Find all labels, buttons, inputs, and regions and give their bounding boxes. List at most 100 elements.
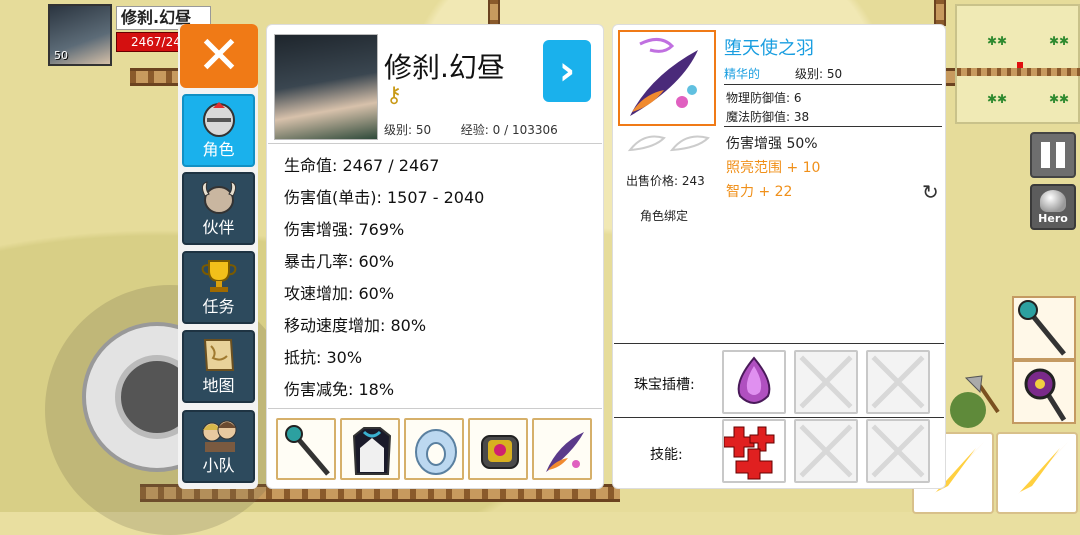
heal-cross-icon bbox=[723, 426, 775, 480]
skill-socket-1[interactable] bbox=[722, 419, 786, 483]
scroll-map-icon bbox=[203, 339, 234, 371]
pause-button[interactable] bbox=[1030, 132, 1076, 178]
character-portrait bbox=[274, 34, 378, 140]
tree-icon: ✱✱ bbox=[987, 92, 1008, 106]
tab-label: 小队 bbox=[202, 456, 235, 475]
item-bonus-light: 照亮范围 + 10 bbox=[726, 160, 821, 176]
staff-icon bbox=[1018, 300, 1066, 356]
minimap-fence bbox=[957, 68, 1080, 76]
equip-slot-wings[interactable] bbox=[532, 418, 592, 480]
feather-wing-icon bbox=[546, 432, 584, 472]
player-avatar[interactable]: 50 bbox=[48, 4, 112, 66]
level-exp-line: 级别: 50 经验: 0 / 103306 bbox=[384, 121, 558, 138]
axe-shrub-item[interactable] bbox=[946, 372, 1006, 432]
divider bbox=[268, 143, 602, 144]
skill-socket-2[interactable] bbox=[794, 419, 858, 483]
stat-damage-reduction: 伤害减免: 18% bbox=[284, 380, 395, 399]
skill-socket-3[interactable] bbox=[866, 419, 930, 483]
item-magic-defense: 魔法防御值: 38 bbox=[726, 110, 810, 124]
gem-slot-label: 珠宝插槽: bbox=[634, 377, 695, 393]
pause-icon bbox=[1056, 142, 1065, 168]
divider bbox=[614, 417, 944, 418]
gem-socket-2[interactable] bbox=[794, 350, 858, 414]
ring-icon bbox=[415, 429, 457, 475]
skill-button-2[interactable] bbox=[996, 432, 1078, 514]
trophy-icon bbox=[201, 260, 236, 292]
tab-quests[interactable]: 任务 bbox=[182, 251, 255, 324]
party-icon bbox=[202, 420, 236, 452]
divider bbox=[724, 126, 942, 127]
next-character-button[interactable]: › bbox=[543, 40, 591, 102]
gem-socket-1[interactable] bbox=[722, 350, 786, 414]
fire-slash-icon bbox=[1008, 442, 1068, 504]
tab-companion[interactable]: 伙伴 bbox=[182, 172, 255, 245]
character-stats: 生命值: 2467 / 2467 伤害值(单击): 1507 - 2040 伤害… bbox=[284, 150, 594, 406]
player-marker-icon bbox=[1017, 62, 1023, 68]
tab-label: 伙伴 bbox=[202, 218, 235, 237]
tab-character[interactable]: 角色 bbox=[182, 94, 255, 167]
stat-hp: 生命值: 2467 / 2467 bbox=[284, 156, 440, 175]
character-level: 级别: 50 bbox=[384, 123, 432, 137]
equip-slot-armor[interactable] bbox=[340, 418, 400, 480]
tab-party[interactable]: 小队 bbox=[182, 410, 255, 483]
item-name: 堕天使之羽 bbox=[724, 38, 814, 59]
divider bbox=[614, 343, 944, 344]
character-name: 修刹.幻昼 bbox=[384, 51, 505, 84]
item-quality: 精华的 bbox=[724, 67, 761, 81]
fence-post bbox=[488, 0, 500, 26]
item-level: 级别: 50 bbox=[795, 67, 843, 81]
quick-slot-staff[interactable] bbox=[1012, 296, 1076, 360]
close-icon: ✕ bbox=[197, 26, 241, 86]
staff-icon bbox=[285, 425, 330, 476]
tree-icon: ✱✱ bbox=[1049, 34, 1070, 48]
item-damage-boost: 伤害增强 50% bbox=[726, 136, 818, 152]
divider bbox=[268, 408, 602, 409]
tab-label: 角色 bbox=[202, 140, 235, 159]
hero-button[interactable]: Hero bbox=[1030, 184, 1076, 230]
skill-slot-label: 技能: bbox=[650, 447, 683, 463]
purple-gem-icon bbox=[737, 356, 771, 404]
mace-icon bbox=[1024, 368, 1067, 422]
fallen-angel-feather-icon bbox=[630, 38, 698, 116]
armor-icon bbox=[352, 427, 392, 475]
item-image bbox=[618, 30, 716, 126]
item-bonus-int: 智力 + 22 bbox=[726, 184, 793, 200]
character-exp: 经验: 0 / 103306 bbox=[460, 123, 558, 137]
item-bind-status: 角色绑定 bbox=[640, 209, 689, 223]
tab-label: 地图 bbox=[202, 376, 235, 395]
equip-slot-bracelet[interactable] bbox=[468, 418, 528, 480]
item-sell-price: 出售价格: 243 bbox=[626, 174, 705, 188]
minimap[interactable]: ✱✱ ✱✱ ✱✱ ✱✱ bbox=[955, 4, 1080, 124]
stat-move-speed: 移动速度增加: 80% bbox=[284, 316, 427, 335]
tree-icon: ✱✱ bbox=[987, 34, 1008, 48]
key-icon: ⚷ bbox=[386, 83, 403, 108]
stat-attack-speed: 攻速增加: 60% bbox=[284, 284, 395, 303]
shrub-axe-icon bbox=[950, 375, 1000, 428]
stat-damage: 伤害值(单击): 1507 - 2040 bbox=[284, 188, 485, 207]
equipment-row bbox=[276, 418, 594, 482]
gem-bracelet-icon bbox=[481, 435, 519, 469]
tab-map[interactable]: 地图 bbox=[182, 330, 255, 403]
hero-label: Hero bbox=[1038, 212, 1068, 225]
divider bbox=[724, 84, 942, 85]
hero-helmet-icon bbox=[1040, 190, 1066, 212]
equip-slot-weapon[interactable] bbox=[276, 418, 336, 480]
chevron-right-icon: › bbox=[558, 48, 576, 94]
pause-icon bbox=[1041, 142, 1050, 168]
horned-helmet-icon bbox=[201, 181, 236, 214]
tab-label: 任务 bbox=[202, 297, 235, 316]
equip-slot-ring[interactable] bbox=[404, 418, 464, 480]
refresh-icon[interactable]: ↻ bbox=[922, 180, 939, 204]
gem-socket-3[interactable] bbox=[866, 350, 930, 414]
close-button[interactable]: ✕ bbox=[180, 24, 258, 88]
item-physical-defense: 物理防御值: 6 bbox=[726, 91, 802, 105]
stat-damage-boost: 伤害增强: 769% bbox=[284, 220, 405, 239]
fence-post bbox=[934, 0, 946, 26]
tree-icon: ✱✱ bbox=[1049, 92, 1070, 106]
player-level: 50 bbox=[54, 49, 68, 62]
stat-resist: 抵抗: 30% bbox=[284, 348, 363, 367]
stat-crit: 暴击几率: 60% bbox=[284, 252, 395, 271]
wings-decoration-icon bbox=[627, 135, 710, 152]
quick-slot-mace[interactable] bbox=[1012, 360, 1076, 424]
knight-helmet-icon bbox=[202, 102, 235, 137]
